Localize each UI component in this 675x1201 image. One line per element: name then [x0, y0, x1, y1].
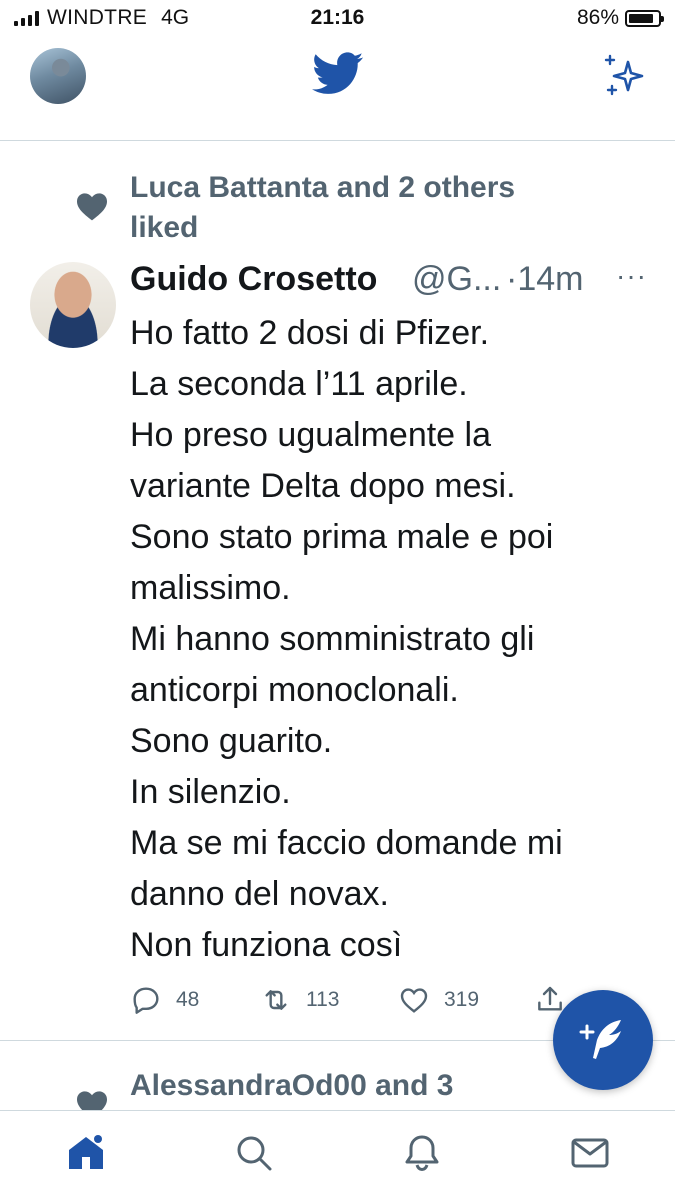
battery-icon	[625, 9, 664, 27]
tab-notifications[interactable]	[400, 1131, 444, 1175]
tweet-line: danno del novax.	[130, 875, 389, 913]
heart-outline-icon	[400, 988, 428, 1013]
tweet-header: Guido Crosetto @G... ·14m ···	[130, 260, 650, 304]
like-button[interactable]: 319	[398, 984, 479, 1016]
next-social-context-text[interactable]: AlessandraOd00 and 3	[130, 1066, 453, 1106]
tweet-line: Sono stato prima male e poi	[130, 518, 554, 556]
profile-avatar[interactable]	[30, 48, 86, 104]
bell-icon	[405, 1135, 439, 1172]
tab-home[interactable]	[64, 1131, 108, 1175]
tweet-line: In silenzio.	[130, 773, 291, 811]
bottom-tab-bar	[0, 1110, 675, 1201]
more-options-icon[interactable]: ···	[616, 260, 647, 292]
status-right: 86%	[576, 6, 664, 30]
author-name[interactable]: Guido Crosetto	[130, 260, 377, 299]
status-bar: WINDTRE 4G 21:16 86%	[0, 0, 675, 38]
compose-tweet-button[interactable]	[553, 990, 653, 1090]
sparkle-icon[interactable]	[600, 52, 648, 100]
retweet-icon	[265, 990, 287, 1010]
tweet-line: Mi hanno somministrato gli	[130, 620, 535, 658]
tweet-line: Ma se mi faccio domande mi	[130, 824, 563, 862]
tab-search[interactable]	[232, 1131, 276, 1175]
tweet-timestamp[interactable]: ·14m	[506, 260, 583, 299]
tweet-line: Ho preso ugualmente la	[130, 416, 492, 454]
heart-icon	[77, 193, 107, 221]
author-handle[interactable]: @G...	[412, 260, 501, 299]
retweet-count: 113	[306, 988, 340, 1011]
retweet-button[interactable]: 113	[260, 984, 339, 1016]
home-icon	[69, 1135, 103, 1169]
reply-icon	[133, 987, 159, 1014]
tweet-text[interactable]: Ho fatto 2 dosi di Pfizer. La seconda l’…	[130, 308, 650, 971]
tweet-line: La seconda l’11 aprile.	[130, 365, 468, 403]
social-context-text[interactable]: Luca Battanta and 2 others liked	[130, 168, 530, 248]
tweet-line: Ho fatto 2 dosi di Pfizer.	[130, 314, 490, 352]
twitter-bird-icon[interactable]	[312, 52, 364, 96]
battery-percent: 86%	[576, 6, 619, 29]
mail-icon	[571, 1138, 609, 1168]
like-count: 319	[444, 988, 480, 1011]
tweet-line: malissimo.	[130, 569, 291, 607]
tweet-actions: 48 113 319	[130, 984, 570, 1020]
reply-button[interactable]: 48	[130, 984, 199, 1016]
tweet-line: variante Delta dopo mesi.	[130, 467, 516, 505]
search-icon	[237, 1136, 272, 1171]
reply-count: 48	[176, 988, 200, 1011]
clock: 21:16	[310, 6, 365, 29]
tweet-line: Non funziona così	[130, 926, 403, 964]
author-avatar[interactable]	[30, 262, 116, 348]
tab-messages[interactable]	[568, 1131, 612, 1175]
tweet-line: anticorpi monoclonali.	[130, 671, 459, 709]
battery-fill	[629, 13, 654, 23]
compose-feather-icon	[579, 1020, 621, 1059]
tweet-line: Sono guarito.	[130, 722, 333, 760]
top-header	[0, 38, 675, 141]
